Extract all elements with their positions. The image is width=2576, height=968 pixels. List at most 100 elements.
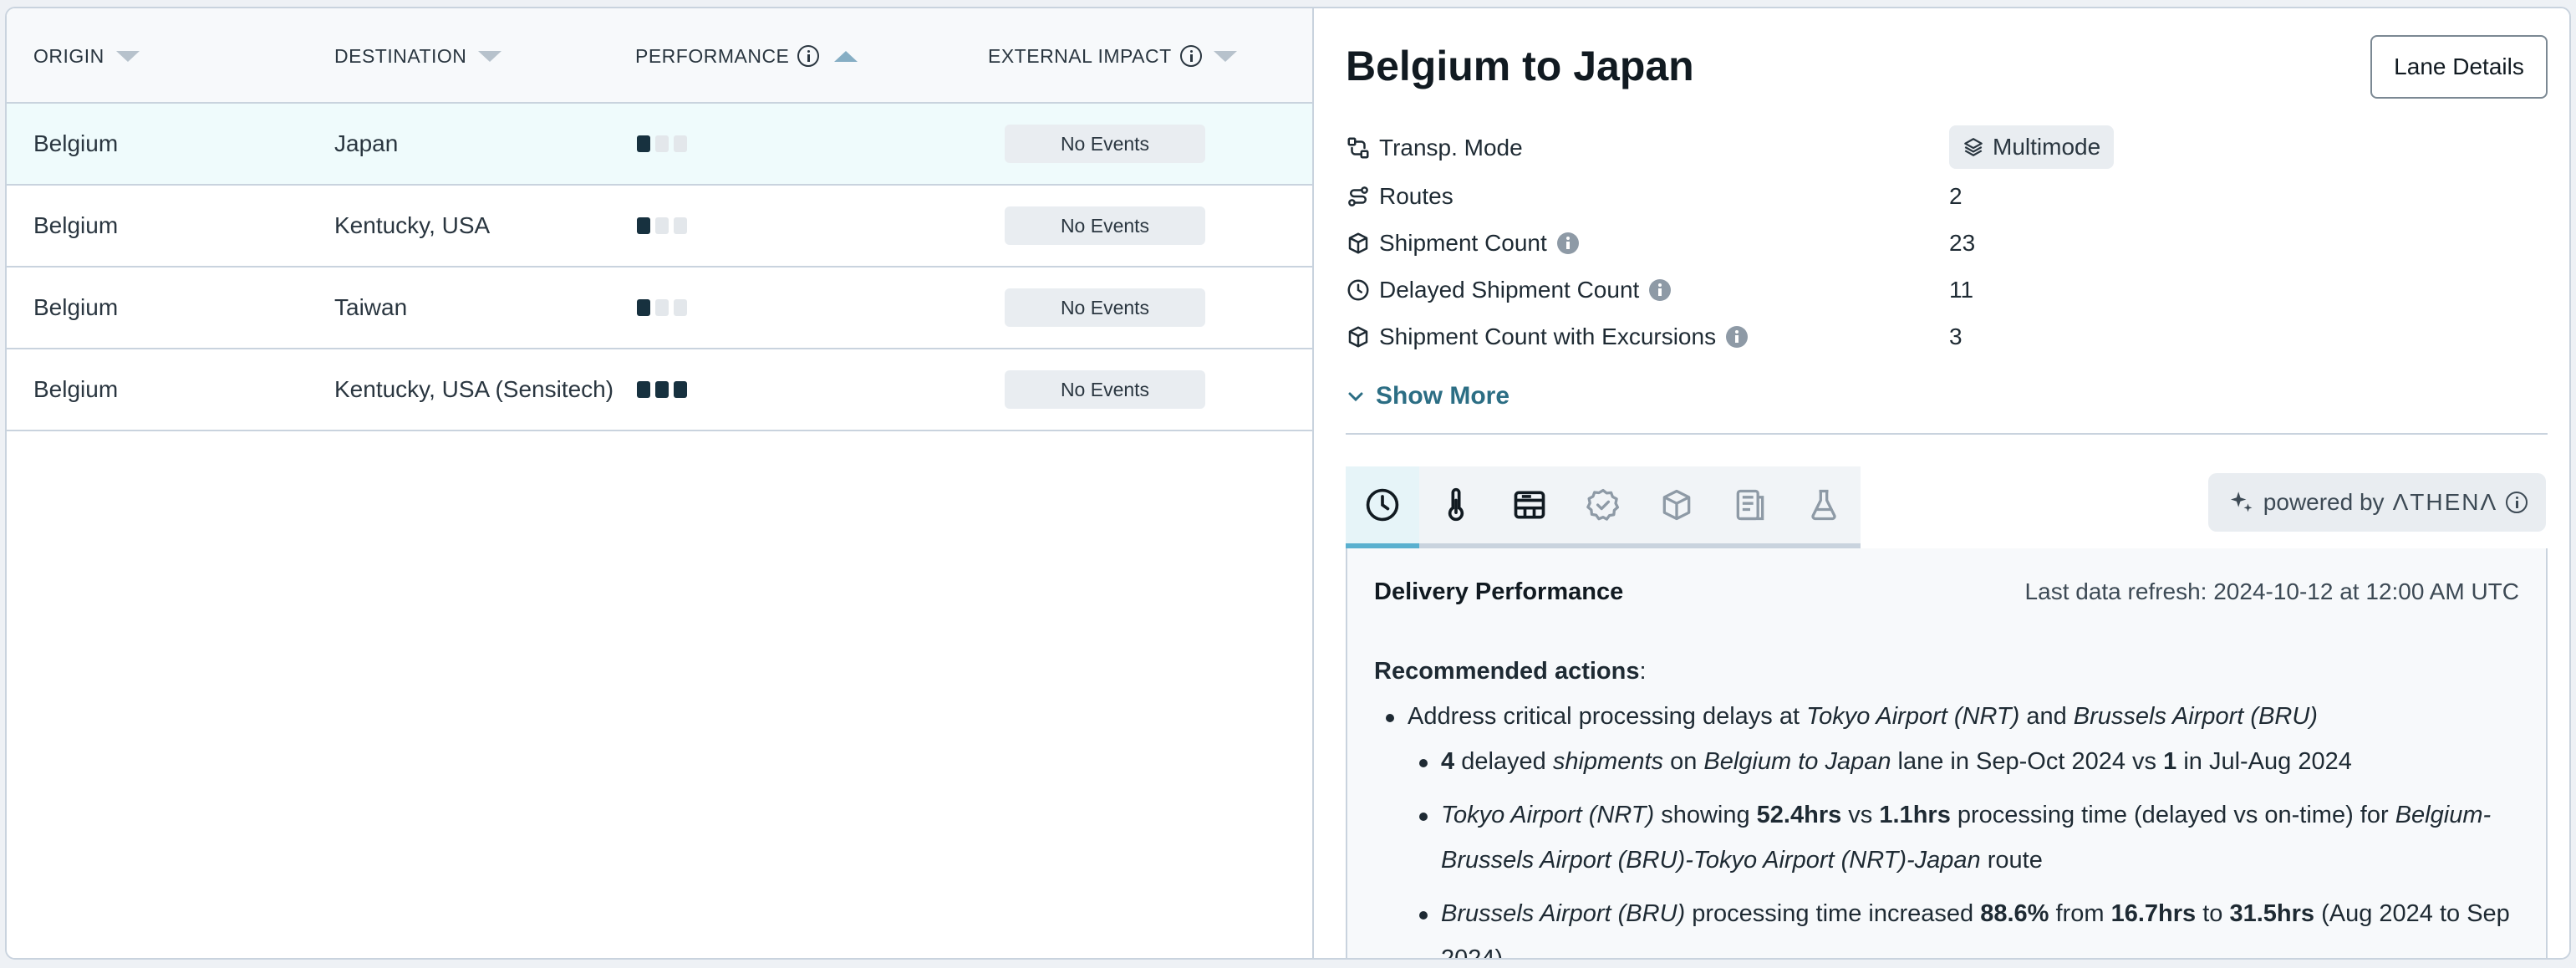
transport-mode-icon — [1347, 137, 1369, 159]
excursions-value: 3 — [1949, 324, 1963, 349]
column-external-impact[interactable]: EXTERNAL IMPACT — [988, 8, 1237, 104]
info-icon[interactable] — [2506, 492, 2528, 513]
property-label: Shipment Count — [1379, 230, 1547, 256]
divider — [1346, 433, 2548, 435]
property-label: Transp. Mode — [1379, 135, 1523, 160]
origin-cell: Belgium — [33, 130, 119, 156]
routes-icon — [1348, 186, 1368, 206]
sort-caret-icon[interactable] — [478, 50, 502, 62]
list-item: Tokyo Airport (NRT) showing 52.4hrs vs 1… — [1419, 792, 2528, 883]
impact-cell: No Events — [1005, 267, 1205, 348]
insight-tabs — [1346, 466, 1861, 548]
origin-cell: Belgium — [33, 212, 119, 238]
powered-by-label: powered by — [2263, 489, 2385, 515]
table-header: ORIGIN DESTINATION PERFORMANCE EXTERNAL … — [7, 8, 1312, 104]
show-more-toggle[interactable]: Show More — [1346, 378, 1509, 415]
property-label: Routes — [1379, 183, 1453, 209]
athena-logo: ΛTHENΛ — [2392, 489, 2498, 515]
performance-cell — [637, 349, 687, 430]
sparkle-icon — [2230, 492, 2253, 512]
info-icon[interactable] — [1649, 279, 1672, 301]
shipment-count-value: 23 — [1949, 230, 1976, 256]
app-frame: ORIGIN DESTINATION PERFORMANCE EXTERNAL … — [5, 7, 2571, 960]
flask-icon — [1811, 489, 1836, 521]
tab-temperature[interactable] — [1419, 466, 1493, 543]
box-icon — [1348, 232, 1368, 254]
column-performance[interactable]: PERFORMANCE — [635, 8, 858, 104]
box-icon — [1348, 326, 1368, 348]
last-refresh: Last data refresh: 2024-10-12 at 12:00 A… — [2024, 578, 2519, 604]
recommended-actions-heading: Recommended actions: — [1374, 658, 1647, 685]
tab-data-table[interactable] — [1493, 466, 1566, 543]
info-icon[interactable] — [1179, 45, 1202, 67]
lane-detail-panel: Belgium to Japan Lane Details Transp. Mo… — [1316, 8, 2569, 958]
tab-shipments[interactable] — [1640, 466, 1713, 543]
page-title: Belgium to Japan — [1346, 43, 1694, 89]
property-shipment-count-excursions: Shipment Count with Excursions — [1346, 318, 1749, 356]
destination-cell: Kentucky, USA (Sensitech) — [334, 376, 614, 402]
sort-caret-icon[interactable] — [1213, 50, 1237, 62]
column-destination[interactable]: DESTINATION — [334, 8, 502, 104]
impact-cell: No Events — [1005, 349, 1205, 430]
clock-icon — [1347, 279, 1369, 301]
performance-cell — [637, 104, 687, 184]
lane-details-button[interactable]: Lane Details — [2370, 35, 2548, 99]
performance-indicator — [637, 217, 687, 234]
property-routes: Routes — [1346, 177, 1453, 216]
list-item: Address critical processing delays at To… — [1386, 694, 2528, 739]
status-badge: No Events — [1005, 125, 1205, 163]
tab-delivery-performance[interactable] — [1346, 466, 1419, 548]
report-icon — [1736, 489, 1764, 521]
column-external-impact-label: EXTERNAL IMPACT — [988, 44, 1172, 67]
table-row[interactable]: Belgium Japan No Events — [7, 104, 1312, 186]
impact-cell: No Events — [1005, 186, 1205, 266]
column-destination-label: DESTINATION — [334, 44, 467, 67]
transport-mode-chip: Multimode — [1949, 125, 2115, 169]
column-origin-label: ORIGIN — [33, 44, 104, 67]
tab-compliance[interactable] — [1566, 466, 1640, 543]
thermometer-icon — [1448, 487, 1464, 522]
routes-value: 2 — [1949, 183, 1963, 209]
table-row[interactable]: Belgium Kentucky, USA No Events — [7, 186, 1312, 267]
destination-cell: Japan — [334, 130, 399, 156]
info-icon[interactable] — [797, 45, 820, 67]
table-row[interactable]: Belgium Kentucky, USA (Sensitech) No Eve… — [7, 349, 1312, 431]
performance-indicator — [637, 135, 687, 152]
column-origin[interactable]: ORIGIN — [33, 8, 140, 104]
performance-cell — [637, 267, 687, 348]
info-icon[interactable] — [1726, 326, 1749, 348]
info-icon[interactable] — [1556, 232, 1579, 254]
tab-lab[interactable] — [1787, 466, 1861, 543]
badge-check-icon — [1586, 488, 1620, 521]
box-icon — [1662, 489, 1691, 521]
action-details-list: 4 delayed shipments on Belgium to Japan … — [1374, 739, 2528, 958]
status-badge: No Events — [1005, 370, 1205, 409]
delayed-shipment-count-value: 11 — [1949, 277, 1974, 303]
property-transport-mode: Transp. Mode — [1346, 129, 1523, 167]
transport-mode-value: Multimode — [1993, 134, 2101, 160]
column-performance-label: PERFORMANCE — [635, 44, 790, 67]
performance-indicator — [637, 381, 687, 398]
list-item: 4 delayed shipments on Belgium to Japan … — [1419, 739, 2528, 784]
insight-content: Delivery Performance Last data refresh: … — [1346, 548, 2548, 958]
impact-cell: No Events — [1005, 104, 1205, 184]
insight-title: Delivery Performance — [1374, 578, 1624, 605]
origin-cell: Belgium — [33, 376, 119, 402]
actions-list: Address critical processing delays at To… — [1374, 694, 2528, 739]
data-table-icon — [1514, 491, 1545, 519]
property-shipment-count: Shipment Count — [1346, 224, 1579, 262]
layers-icon — [1964, 138, 1983, 156]
powered-by-athena: powered by ΛTHENΛ — [2208, 473, 2546, 532]
status-badge: No Events — [1005, 206, 1205, 245]
sort-ascending-icon[interactable] — [834, 50, 858, 62]
property-label: Shipment Count with Excursions — [1379, 324, 1717, 349]
performance-cell — [637, 186, 687, 266]
table-row[interactable]: Belgium Taiwan No Events — [7, 267, 1312, 349]
origin-cell: Belgium — [33, 294, 119, 320]
chevron-down-icon — [1348, 392, 1363, 402]
show-more-label: Show More — [1376, 382, 1510, 410]
sort-caret-icon[interactable] — [115, 50, 140, 62]
tab-reports[interactable] — [1713, 466, 1787, 543]
insight-body: Recommended actions: Address critical pr… — [1374, 649, 2528, 958]
destination-cell: Taiwan — [334, 294, 408, 320]
